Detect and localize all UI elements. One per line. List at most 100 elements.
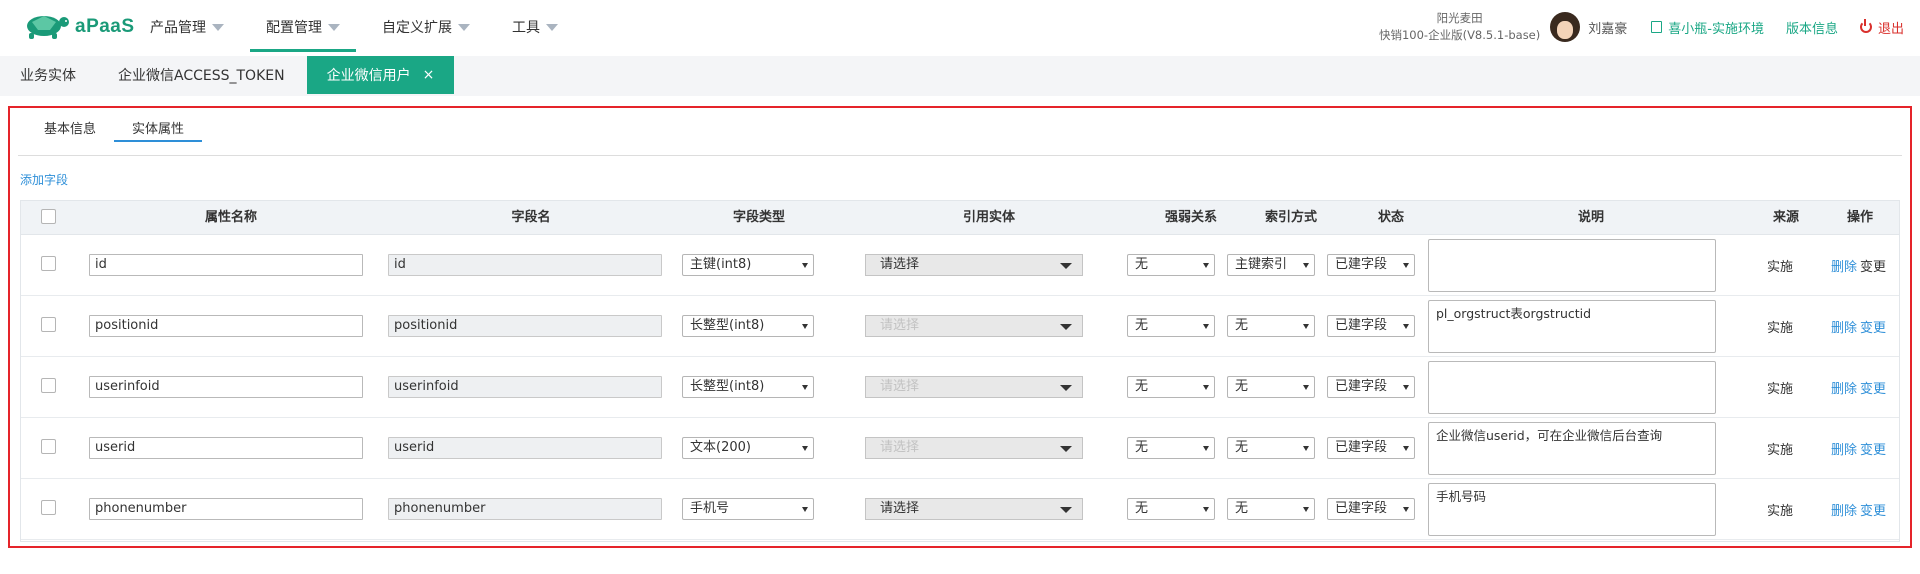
field-name-input: userinfoid — [388, 376, 662, 398]
index-select[interactable]: 无 — [1227, 376, 1315, 398]
description-textarea[interactable]: 手机号码 — [1428, 483, 1716, 536]
field-type-select[interactable]: 长整型(int8) — [682, 315, 814, 337]
status-select[interactable]: 已建字段 — [1327, 437, 1415, 459]
delete-link[interactable]: 删除 — [1831, 382, 1857, 397]
row-checkbox[interactable] — [41, 317, 56, 332]
relation-select[interactable]: 无 — [1127, 437, 1215, 459]
field-type-select[interactable]: 长整型(int8) — [682, 376, 814, 398]
add-field-link[interactable]: 添加字段 — [20, 171, 68, 188]
main-nav: 产品管理 配置管理 自定义扩展 工具 — [134, 0, 584, 54]
ref-entity-select: 请选择 — [865, 315, 1083, 337]
col-relation: 强弱关系 — [1164, 210, 1217, 225]
app-logo[interactable]: aPaaS — [20, 6, 134, 42]
logo-text: aPaaS — [75, 16, 135, 37]
logout-label: 退出 — [1877, 21, 1904, 37]
table-row: userid userid 文本(200) 请选择无无已建字段 企业微信userid，可… — [21, 418, 1899, 479]
field-type-select[interactable]: 主键(int8) — [682, 254, 814, 276]
change-link[interactable]: 变更 — [1860, 443, 1886, 458]
nav-tools[interactable]: 工具 — [496, 0, 574, 54]
divider — [18, 155, 1902, 156]
subtab-entity-attributes[interactable]: 实体属性 — [114, 118, 203, 142]
user-area: 阳光麦田 快销100-企业版(V8.5.1-base) 刘嘉豪 喜小瓶-实施环境… — [1379, 0, 1920, 54]
status-select[interactable]: 已建字段 — [1327, 254, 1415, 276]
ref-entity-select[interactable]: 请选择 — [865, 254, 1083, 276]
field-type-select[interactable]: 文本(200) — [682, 437, 814, 459]
attr-name-input[interactable]: id — [89, 254, 363, 276]
row-checkbox[interactable] — [41, 256, 56, 271]
chevron-down-icon — [212, 23, 224, 31]
tab-wechat-user[interactable]: 企业微信用户 × — [306, 56, 455, 94]
attr-name-input[interactable]: phonenumber — [89, 498, 363, 520]
attr-name-input[interactable]: userid — [89, 437, 363, 459]
index-select[interactable]: 无 — [1227, 498, 1315, 520]
description-textarea[interactable] — [1428, 361, 1716, 414]
nav-product-management[interactable]: 产品管理 — [134, 0, 240, 54]
row-checkbox[interactable] — [41, 500, 56, 515]
col-attr-name: 属性名称 — [204, 210, 257, 225]
index-select[interactable]: 无 — [1227, 437, 1315, 459]
delete-link[interactable]: 删除 — [1831, 504, 1857, 519]
nav-label: 产品管理 — [150, 20, 206, 36]
delete-link[interactable]: 删除 — [1831, 260, 1857, 275]
attr-name-input[interactable]: positionid — [89, 315, 363, 337]
col-field-type: 字段类型 — [732, 210, 785, 225]
username[interactable]: 刘嘉豪 — [1588, 18, 1627, 37]
delete-link[interactable]: 删除 — [1831, 443, 1857, 458]
status-select[interactable]: 已建字段 — [1327, 498, 1415, 520]
power-icon — [1859, 19, 1872, 33]
change-link[interactable]: 变更 — [1860, 504, 1886, 519]
table-row: positionid positionid 长整型(int8) 请选择无无已建字段 pl… — [21, 296, 1899, 357]
relation-select[interactable]: 无 — [1127, 315, 1215, 337]
nav-config-management[interactable]: 配置管理 — [250, 0, 356, 54]
attr-name-input[interactable]: userinfoid — [89, 376, 363, 398]
change-link[interactable]: 变更 — [1860, 382, 1886, 397]
index-select[interactable]: 主键索引 — [1227, 254, 1315, 276]
close-icon[interactable]: × — [423, 67, 435, 83]
source-text: 实施 — [1767, 382, 1794, 397]
delete-link[interactable]: 删除 — [1831, 321, 1857, 336]
environment-label: 喜小瓶-实施环境 — [1668, 21, 1764, 37]
tab-wechat-access-token[interactable]: 企业微信ACCESS_TOKEN — [98, 56, 305, 94]
environment-link[interactable]: 喜小瓶-实施环境 — [1651, 18, 1764, 37]
top-nav-bar: aPaaS 产品管理 配置管理 自定义扩展 工具 阳光麦田 快销100-企业版(… — [0, 0, 1920, 54]
row-checkbox[interactable] — [41, 439, 56, 454]
subtab-basic-info[interactable]: 基本信息 — [26, 118, 114, 140]
col-ref-entity: 引用实体 — [962, 210, 1015, 225]
relation-select[interactable]: 无 — [1127, 498, 1215, 520]
tab-business-entity[interactable]: 业务实体 — [0, 56, 96, 94]
description-textarea[interactable] — [1428, 239, 1716, 292]
source-text: 实施 — [1767, 260, 1794, 275]
row-actions: 删除 变更 — [1831, 500, 1886, 519]
status-select[interactable]: 已建字段 — [1327, 376, 1415, 398]
avatar[interactable] — [1550, 12, 1581, 42]
table-header: 属性名称 字段名 字段类型 引用实体 强弱关系 索引方式 状态 说明 来源 操作 — [21, 201, 1899, 235]
logout-button[interactable]: 退出 — [1859, 18, 1904, 37]
index-select[interactable]: 无 — [1227, 315, 1315, 337]
field-name-input: userid — [388, 437, 662, 459]
sub-tabs: 基本信息 实体属性 — [26, 118, 203, 142]
ref-entity-select[interactable]: 请选择 — [865, 498, 1083, 520]
table-row: phonenumber phonenumber 手机号 请选择无无已建字段 手机号码 实施… — [21, 479, 1899, 540]
chevron-down-icon — [328, 23, 340, 31]
description-textarea[interactable]: pl_orgstruct表orgstructid — [1428, 300, 1716, 353]
row-checkbox[interactable] — [41, 378, 56, 393]
turtle-logo-icon — [27, 16, 69, 39]
col-field-name: 字段名 — [511, 210, 551, 225]
select-all-checkbox[interactable] — [41, 209, 56, 224]
source-text: 实施 — [1767, 504, 1794, 519]
relation-select[interactable]: 无 — [1127, 376, 1215, 398]
field-type-select[interactable]: 手机号 — [682, 498, 814, 520]
tab-label: 企业微信ACCESS_TOKEN — [118, 68, 285, 84]
status-select[interactable]: 已建字段 — [1327, 315, 1415, 337]
server-icon — [1651, 21, 1663, 33]
col-source: 来源 — [1772, 210, 1799, 225]
change-link[interactable]: 变更 — [1860, 260, 1886, 275]
col-status: 状态 — [1377, 210, 1404, 225]
nav-custom-extension[interactable]: 自定义扩展 — [366, 0, 486, 54]
description-textarea[interactable]: 企业微信userid，可在企业微信后台查询 — [1428, 422, 1716, 475]
change-link[interactable]: 变更 — [1860, 321, 1886, 336]
version-info-link[interactable]: 版本信息 — [1786, 18, 1838, 37]
relation-select[interactable]: 无 — [1127, 254, 1215, 276]
field-name-input: positionid — [388, 315, 662, 337]
ref-entity-select: 请选择 — [865, 437, 1083, 459]
